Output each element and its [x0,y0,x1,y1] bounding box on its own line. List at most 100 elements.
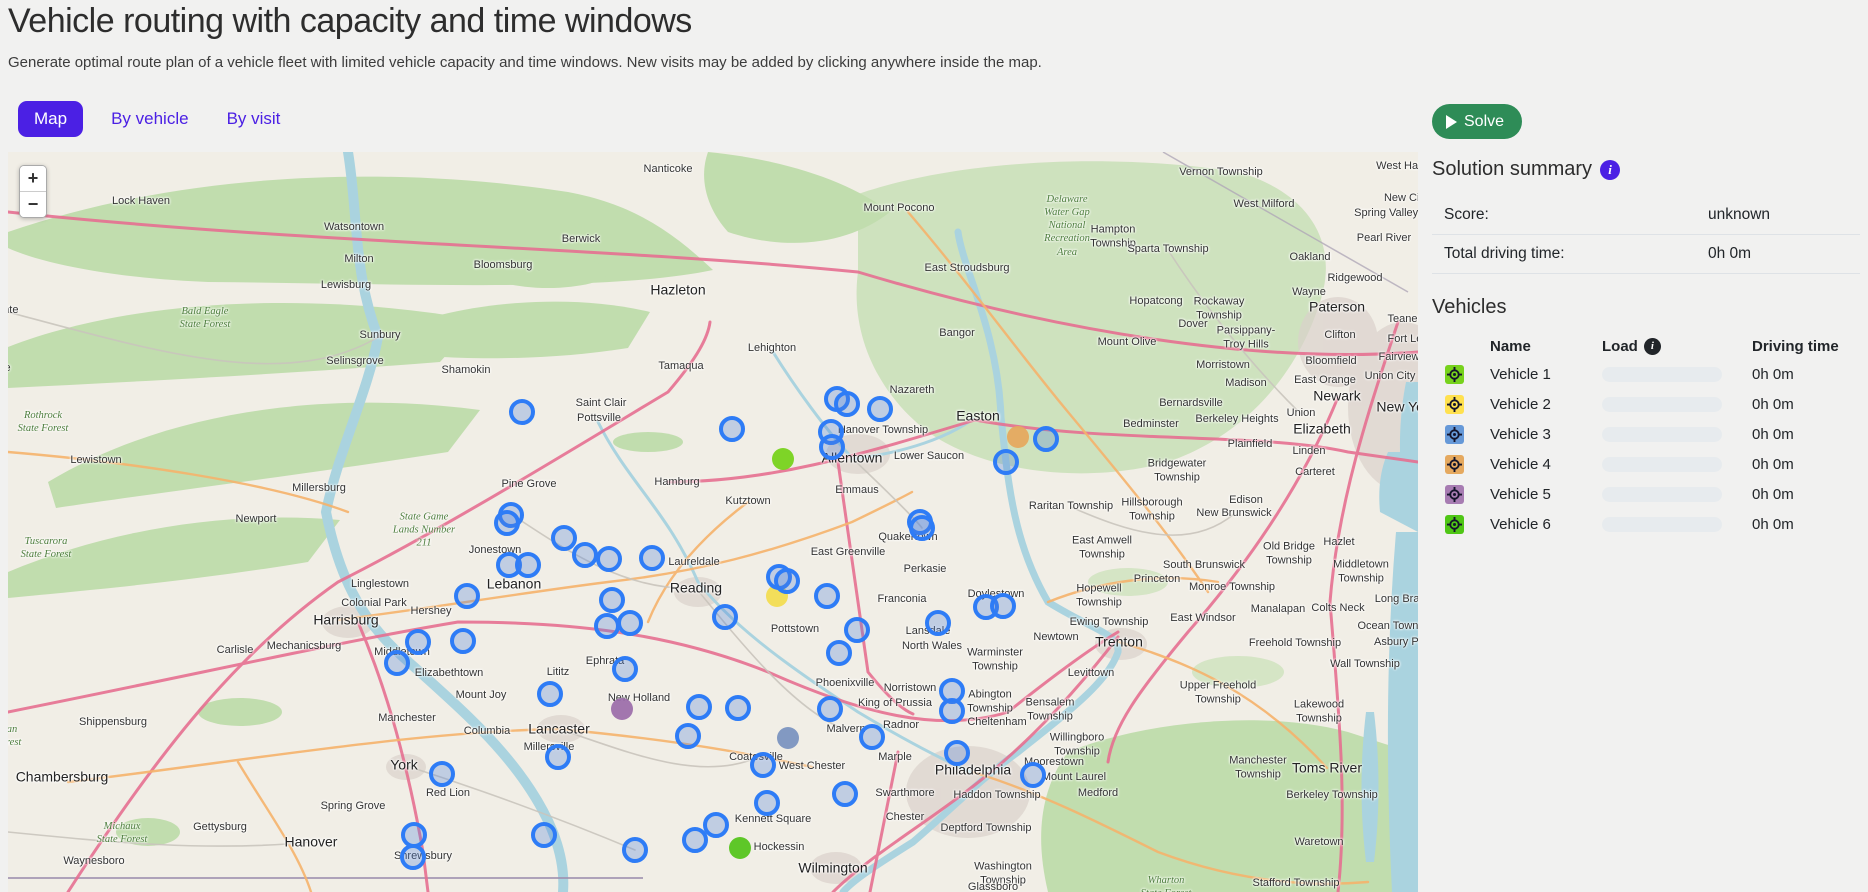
map-zoom-control: + − [19,165,47,218]
visit-marker[interactable] [993,449,1019,475]
visit-marker[interactable] [939,698,965,724]
visit-marker[interactable] [754,790,780,816]
vehicle-crosshairs-icon [1445,455,1464,474]
visit-marker[interactable] [725,695,751,721]
vehicle-load-bar [1602,397,1722,412]
vehicle-name: Vehicle 4 [1490,456,1602,473]
visit-marker[interactable] [509,399,535,425]
vehicle-load-cell [1602,367,1752,382]
summary-table: Score:unknownTotal driving time:0h 0m [1432,195,1860,274]
vehicle-driving-time: 0h 0m [1752,456,1860,473]
visit-marker[interactable] [826,640,852,666]
visit-marker[interactable] [703,812,729,838]
visit-marker[interactable] [599,587,625,613]
zoom-in-button[interactable]: + [20,166,46,192]
visit-marker[interactable] [545,744,571,770]
vehicle-name: Vehicle 2 [1490,396,1602,413]
visit-marker[interactable] [494,510,520,536]
depot-marker[interactable] [611,698,633,720]
tab-by-vehicle[interactable]: By vehicle [101,101,198,137]
visit-marker[interactable] [944,740,970,766]
map-base-tiles [8,152,1418,892]
solution-summary-title: Solution summary i [1432,158,1860,181]
visit-marker[interactable] [832,781,858,807]
vehicle-name: Vehicle 5 [1490,486,1602,503]
visit-marker[interactable] [990,593,1016,619]
vehicle-driving-time: 0h 0m [1752,516,1860,533]
visit-marker[interactable] [537,681,563,707]
visit-marker[interactable] [719,416,745,442]
vehicle-load-bar [1602,367,1722,382]
visit-marker[interactable] [429,761,455,787]
col-name: Name [1490,338,1602,355]
page-subtitle: Generate optimal route plan of a vehicle… [8,54,1042,71]
vehicle-driving-time: 0h 0m [1752,366,1860,383]
vehicles-title: Vehicles [1432,296,1860,319]
visit-marker[interactable] [515,552,541,578]
visit-marker[interactable] [612,656,638,682]
vehicle-load-cell [1602,457,1752,472]
vehicle-name: Vehicle 6 [1490,516,1602,533]
visit-marker[interactable] [814,583,840,609]
summary-row-label: Score: [1432,196,1696,235]
vehicle-load-bar [1602,487,1722,502]
vehicle-crosshairs-icon [1445,425,1464,444]
vehicle-name: Vehicle 3 [1490,426,1602,443]
visit-marker[interactable] [844,617,870,643]
solve-button[interactable]: Solve [1432,104,1522,139]
vehicle-row: Vehicle 6 0h 0m [1432,509,1860,539]
vehicle-load-bar [1602,517,1722,532]
visit-marker[interactable] [405,629,431,655]
visit-marker[interactable] [531,822,557,848]
visit-marker[interactable] [622,837,648,863]
vehicle-load-cell [1602,517,1752,532]
visit-marker[interactable] [572,542,598,568]
visit-marker[interactable] [594,613,620,639]
solution-summary-title-text: Solution summary [1432,158,1592,181]
tab-map[interactable]: Map [18,101,83,137]
vehicle-row: Vehicle 30h 0m [1432,419,1860,449]
visit-marker[interactable] [774,568,800,594]
col-driving-time: Driving time [1752,338,1860,355]
tab-by-visit[interactable]: By visit [217,101,291,137]
visit-marker[interactable] [675,723,701,749]
visit-marker[interactable] [596,546,622,572]
load-info-icon[interactable]: i [1644,338,1661,355]
summary-row: Score:unknown [1432,196,1860,235]
visit-marker[interactable] [1020,762,1046,788]
col-load-text: Load [1602,338,1638,355]
visit-marker[interactable] [925,610,951,636]
vehicle-crosshairs-icon [1445,485,1464,504]
zoom-out-button[interactable]: − [20,192,46,217]
vehicle-load-bar [1602,457,1722,472]
visit-marker[interactable] [400,844,426,870]
visit-marker[interactable] [450,628,476,654]
visit-marker[interactable] [639,545,665,571]
visit-marker[interactable] [384,650,410,676]
visit-marker[interactable] [617,610,643,636]
vehicle-crosshairs-icon [1445,515,1464,534]
visit-marker[interactable] [867,396,893,422]
route-map[interactable]: Lock HavenWatsontownMiltonLewisburgBloom… [8,152,1418,892]
visit-marker[interactable] [819,434,845,460]
visit-marker[interactable] [686,694,712,720]
depot-marker[interactable] [772,448,794,470]
vehicle-load-cell [1602,487,1752,502]
depot-marker[interactable] [777,727,799,749]
vehicle-row: Vehicle 4 0h 0m [1432,449,1860,479]
summary-info-icon[interactable]: i [1600,160,1620,180]
summary-row: Total driving time:0h 0m [1432,235,1860,274]
visit-marker[interactable] [817,696,843,722]
visit-marker[interactable] [712,604,738,630]
tab-bar: Map By vehicle By visit [18,99,290,139]
visit-marker[interactable] [750,752,776,778]
depot-marker[interactable] [729,837,751,859]
visit-marker[interactable] [909,515,935,541]
visit-marker[interactable] [834,391,860,417]
vehicles-table: Name Load i Driving time Vehicle 10h 0mV… [1432,333,1860,539]
visit-marker[interactable] [454,583,480,609]
summary-row-value: unknown [1696,196,1860,235]
visit-marker[interactable] [859,724,885,750]
depot-marker[interactable] [1007,426,1029,448]
visit-marker[interactable] [1033,426,1059,452]
